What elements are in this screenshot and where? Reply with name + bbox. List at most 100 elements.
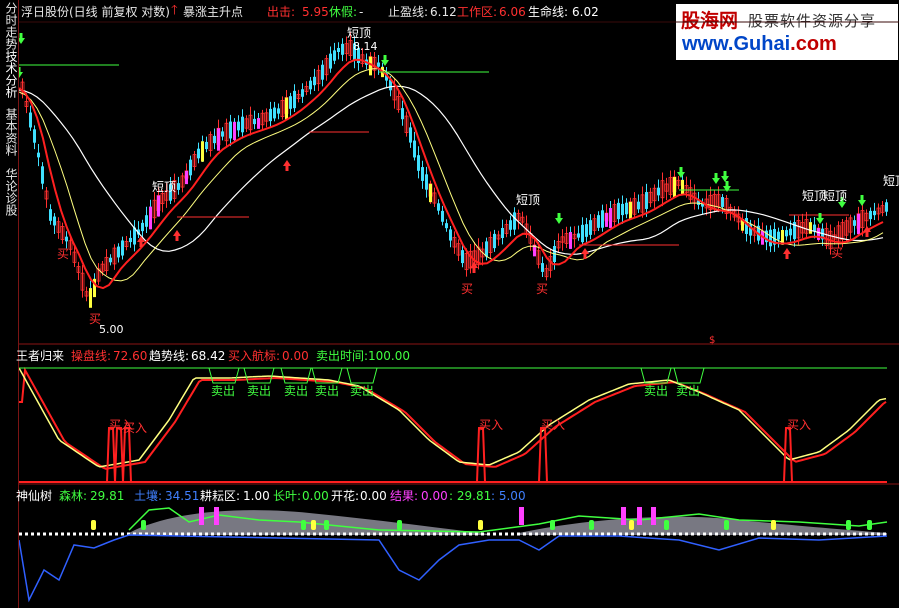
candle-down [657,187,660,196]
signal-candle [285,97,288,120]
candle-down [413,140,416,158]
dollar-mark: $ [709,335,716,346]
candle-down [813,224,816,232]
candle-down [637,201,640,210]
chart-area: 浮日股份(日线 前复权 对数) 🡑 暴涨主升点 出击: 5.95 休假: - 止… [16,0,899,608]
tab-intraday[interactable]: 分时走势 [1,2,18,52]
candle-down [485,241,488,257]
candle-down [309,80,312,90]
candle-down [445,223,448,229]
ma-short-line [19,58,884,290]
sell-word: 卖出 [676,384,701,398]
fruit-label: 结果: [390,489,419,503]
leaf-marker [867,520,872,530]
down-arrow-icon [19,67,23,78]
candle-down [29,112,32,128]
leaf-marker [301,520,306,530]
buy-label: 买 [57,247,70,261]
signal-candle [217,128,220,151]
candle-down [41,166,44,184]
candle-down [853,220,856,226]
trade-line-value: 72.60 [113,349,148,363]
buy-word: 买入 [479,418,504,432]
candle-down [789,228,792,236]
sell-time-label: 卖出时间: [316,349,369,363]
fruit-marker [519,507,524,525]
sell-time-value: 100.00 [368,349,410,363]
forest-extra: : 29.81 [449,489,492,503]
candle-down [341,43,344,55]
fruit-marker [637,507,642,525]
trend-line-value: 68.42 [191,349,226,363]
candle-down [253,118,256,125]
sell-word: 卖出 [315,384,340,398]
candle-down [333,50,336,61]
candle-down [621,203,624,216]
down-arrow-icon [555,213,563,224]
fruit-marker [199,507,204,525]
leaf-marker [846,520,851,530]
candle-down [401,108,404,120]
candle-down [213,135,216,144]
sell-word: 卖出 [211,384,236,398]
candle-down [493,233,496,249]
till-label: 耕耘区: [200,489,241,503]
candle-down [885,202,888,212]
tab-diagnosis[interactable]: 华论诊股 [1,168,18,220]
signal-candle [629,201,632,220]
candle-down [37,152,40,158]
candle-down [189,159,192,176]
candle-down [509,220,512,230]
short-top-label: 短顶 [152,180,177,194]
candle-down [277,108,280,114]
candle-down [541,263,544,272]
candle-down [721,197,724,207]
tab-technical[interactable]: 技术分析 [1,50,18,102]
candle-down [321,64,324,80]
signal-candle [605,213,608,227]
signal-candle [201,141,204,162]
tab-fundamentals[interactable]: 基本资料 [1,108,18,160]
candle-down [129,237,132,243]
signal-candle [149,206,152,230]
panel2-name: 王者归来 [16,349,65,363]
signal-candle [157,195,160,217]
signal-candle [185,170,188,185]
buy-beacon-label: 买入航标: [228,349,281,363]
high-price-label: 8.14 [353,40,378,53]
flower-value: 0.00 [360,489,387,503]
candle-down [197,148,200,159]
signal-candle [817,228,820,240]
buy-pulse [122,427,132,483]
leaf-marker [91,520,96,530]
fruit-marker [651,507,656,525]
up-arrow-icon [283,160,291,171]
trend-line-label: 趋势线: [149,349,190,363]
candle-down [145,215,148,227]
buy-pulse [114,427,124,483]
short-top-label: 短顶 [347,26,372,40]
up-arrow-icon [173,230,181,241]
signal-candle [681,179,684,195]
signal-markers [19,33,871,273]
candle-down [421,167,424,181]
short-top-label: 短顶 [823,189,848,203]
trend-line [19,367,887,468]
candle-down [33,129,36,143]
leaf-marker [311,520,316,530]
candle-down [617,202,620,220]
signal-candle [857,213,860,235]
candle-down [293,90,296,109]
forest-label: 森林: [59,489,88,503]
candle-down [417,155,420,171]
candle-down [425,174,428,190]
candle-down [585,224,588,237]
sell-word: 卖出 [644,384,669,398]
down-arrow-icon [19,33,25,44]
buy-pulse [106,427,116,483]
candle-down [53,216,56,226]
candle-down [601,210,604,228]
leaf-label: 长叶: [273,489,302,503]
candle-down [229,121,232,139]
leaf-value: 0.00 [302,489,329,503]
